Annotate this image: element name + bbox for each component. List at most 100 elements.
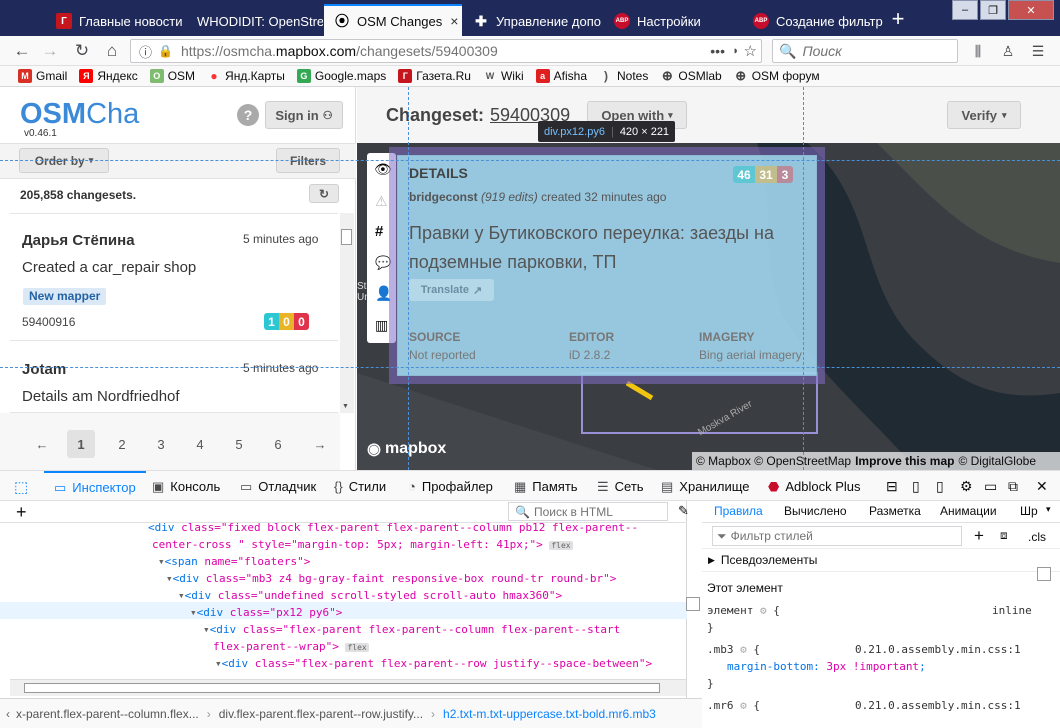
collapse-arrow-icon[interactable]: ▾ xyxy=(166,572,173,585)
rule-source[interactable]: 0.21.0.assembly.min.css:1 xyxy=(855,697,1021,714)
minimize-button[interactable]: ‒ xyxy=(952,0,978,20)
tab-storage[interactable]: ▤ Хранилище xyxy=(661,471,750,502)
rule-inline[interactable]: элемент ⚙ { xyxy=(707,602,780,619)
tab-console[interactable]: ▣ Консоль xyxy=(152,471,220,502)
reload-icon[interactable]: ↻ xyxy=(70,40,94,62)
hscroll-thumb[interactable] xyxy=(24,683,660,693)
bookmark-osm-forum[interactable]: ⊕ OSM форум xyxy=(734,68,819,83)
tab-layout[interactable]: Разметка xyxy=(869,504,921,518)
back-icon[interactable]: ← xyxy=(10,40,34,62)
tab-memory[interactable]: ▦ Память xyxy=(514,471,578,502)
rule-source[interactable]: inline xyxy=(992,602,1032,619)
bookmark-wiki[interactable]: W Wiki xyxy=(483,69,524,83)
markup-line[interactable]: ▾<div class="undefined scroll-styled scr… xyxy=(178,587,562,604)
responsive-mode-icon[interactable]: ▯ xyxy=(936,471,944,502)
bookmark-star-icon[interactable]: ☆ xyxy=(744,42,757,60)
help-icon[interactable]: ? xyxy=(237,104,259,126)
markup-line[interactable]: ▾<span name="floaters"> xyxy=(158,553,310,570)
page-3-button[interactable]: 3 xyxy=(147,430,175,458)
pocket-icon[interactable]: ◗ xyxy=(732,45,739,57)
rule-source[interactable]: 0.21.0.assembly.min.css:1 xyxy=(855,641,1021,658)
markup-scroll-thumb[interactable] xyxy=(686,597,700,611)
add-rule-icon[interactable]: + xyxy=(974,526,984,546)
markup-line-selected[interactable]: ▾<div class="px12 py6"> xyxy=(190,604,342,621)
refresh-button[interactable]: ↻ xyxy=(309,184,339,203)
breadcrumb-item-selected[interactable]: h2.txt-m.txt-uppercase.txt-bold.mr6.mb3 xyxy=(443,707,656,721)
next-page-button[interactable]: → xyxy=(306,430,334,458)
markup-hscrollbar[interactable] xyxy=(10,679,686,696)
gear-icon[interactable]: ⚙ xyxy=(740,643,747,656)
author-link[interactable]: bridgeconst xyxy=(409,190,478,204)
style-filter-input[interactable]: ⏷ Фильтр стилей xyxy=(712,526,962,546)
flex-badge[interactable]: flex xyxy=(345,643,369,652)
tab-adblock[interactable]: ⬣ Adblock Plus xyxy=(768,471,861,502)
tab-fonts[interactable]: Шр xyxy=(1020,504,1038,518)
page-2-button[interactable]: 2 xyxy=(108,430,136,458)
discussion-icon[interactable]: 💬 xyxy=(375,255,391,271)
bookmark-gmail[interactable]: M Gmail xyxy=(18,69,67,83)
bookmark-google-maps[interactable]: G Google.maps xyxy=(296,69,386,83)
browser-tab[interactable]: ABP Создание фильтр xyxy=(743,6,883,36)
tab-rules[interactable]: Правила xyxy=(714,504,763,518)
tab-computed[interactable]: Вычислено xyxy=(784,504,847,518)
markup-line[interactable]: ▾<div class="mb3 z4 bg-gray-faint respon… xyxy=(166,570,616,587)
sidebar-icon[interactable]: ♙ xyxy=(996,40,1020,62)
osmcha-logo[interactable]: OSMCha xyxy=(20,99,139,129)
page-5-button[interactable]: 5 xyxy=(225,430,253,458)
separate-window-icon[interactable]: ⧉ xyxy=(1008,471,1018,502)
dock-side-icon[interactable]: ▭ xyxy=(984,471,997,502)
sign-in-button[interactable]: Sign in ⚇ xyxy=(265,101,343,129)
settings-gear-icon[interactable]: ⚙ xyxy=(960,471,973,502)
pseudo-elements-row[interactable]: ▶ Псевдоэлементы xyxy=(702,548,1060,572)
changeset-card[interactable]: Дарья Стёпина 5 minutes ago Created a ca… xyxy=(10,213,338,341)
tab-profiler[interactable]: ◔ Профайлер xyxy=(408,471,493,502)
more-tabs-icon[interactable]: ▾ xyxy=(1046,504,1051,515)
rules-scroll-thumb[interactable] xyxy=(1037,567,1051,581)
search-bar[interactable]: 🔍 Поиск xyxy=(772,39,958,63)
bookmark-yandex[interactable]: Я Яндекс xyxy=(79,69,138,83)
flag-icon[interactable]: ⚠ xyxy=(375,193,388,210)
collapse-arrow-icon[interactable]: ▾ xyxy=(158,555,165,568)
changeset-card[interactable]: Jotam 5 minutes ago Details am Nordfried… xyxy=(10,343,338,413)
close-icon[interactable]: × xyxy=(442,13,458,29)
dock-mode-icon[interactable]: ⊟ xyxy=(886,471,898,502)
collapse-arrow-icon[interactable]: ▾ xyxy=(190,606,197,619)
close-devtools-icon[interactable]: ✕ xyxy=(1036,471,1048,502)
browser-tab-active[interactable]: ⦿ OSM Changes × xyxy=(324,4,462,36)
rule-declaration[interactable]: margin-bottom: 3px !important; xyxy=(727,658,926,675)
bookmark-notes[interactable]: ) Notes xyxy=(599,69,648,83)
url-bar[interactable]: ⓘ 🔒 https://osmcha. mapbox.com /changese… xyxy=(130,39,762,63)
tab-inspector[interactable]: ▭ Инспектор xyxy=(44,471,146,502)
new-tab-button[interactable]: + xyxy=(884,6,912,32)
page-6-button[interactable]: 6 xyxy=(264,430,292,458)
scroll-down-icon[interactable]: ▼ xyxy=(342,403,349,410)
map-icon[interactable]: ▥ xyxy=(375,317,388,334)
markup-line[interactable]: flex-parent--wrap"> flex xyxy=(213,638,369,656)
mapbox-logo[interactable]: ◉ mapbox xyxy=(367,439,446,459)
tag-hash-icon[interactable]: # xyxy=(375,223,383,240)
page-actions-icon[interactable]: ••• xyxy=(710,43,725,59)
breadcrumb-item[interactable]: div.flex-parent.flex-parent--row.justify… xyxy=(219,707,423,721)
bookmark-osm[interactable]: O OSM xyxy=(149,69,195,83)
eye-icon[interactable]: 👁 xyxy=(374,161,392,178)
tab-animations[interactable]: Анимации xyxy=(940,504,997,518)
bookmark-afisha[interactable]: a Afisha xyxy=(535,69,587,83)
tab-network[interactable]: ☰ Сеть xyxy=(597,471,644,502)
browser-tab[interactable]: ✚ Управление допо xyxy=(463,6,603,36)
add-node-icon[interactable]: + xyxy=(16,502,27,523)
tab-debugger[interactable]: ▭ Отладчик xyxy=(240,471,316,502)
markup-line[interactable]: ▾<div class="flex-parent flex-parent--co… xyxy=(203,621,620,638)
forward-icon[interactable]: → xyxy=(38,40,62,62)
breadcrumb-item[interactable]: x-parent.flex-parent--column.flex... xyxy=(16,707,199,721)
user-icon[interactable]: 👤 xyxy=(375,285,392,302)
improve-map-link[interactable]: Improve this map xyxy=(855,454,954,468)
collapse-arrow-icon[interactable]: ▾ xyxy=(215,657,222,670)
eyedropper-icon[interactable]: ✎ xyxy=(678,503,689,519)
markup-line[interactable]: center-cross " style="margin-top: 5px; m… xyxy=(152,536,573,554)
bookmark-gazeta[interactable]: Г Газета.Ru xyxy=(398,69,471,83)
element-picker-icon[interactable]: ⬚ xyxy=(14,471,28,502)
markup-line[interactable]: <div class="fixed block flex-parent flex… xyxy=(148,519,638,536)
library-icon[interactable]: ⫼ xyxy=(966,40,990,62)
gear-icon[interactable]: ⚙ xyxy=(740,699,747,712)
collapse-arrow-icon[interactable]: ▾ xyxy=(203,623,210,636)
